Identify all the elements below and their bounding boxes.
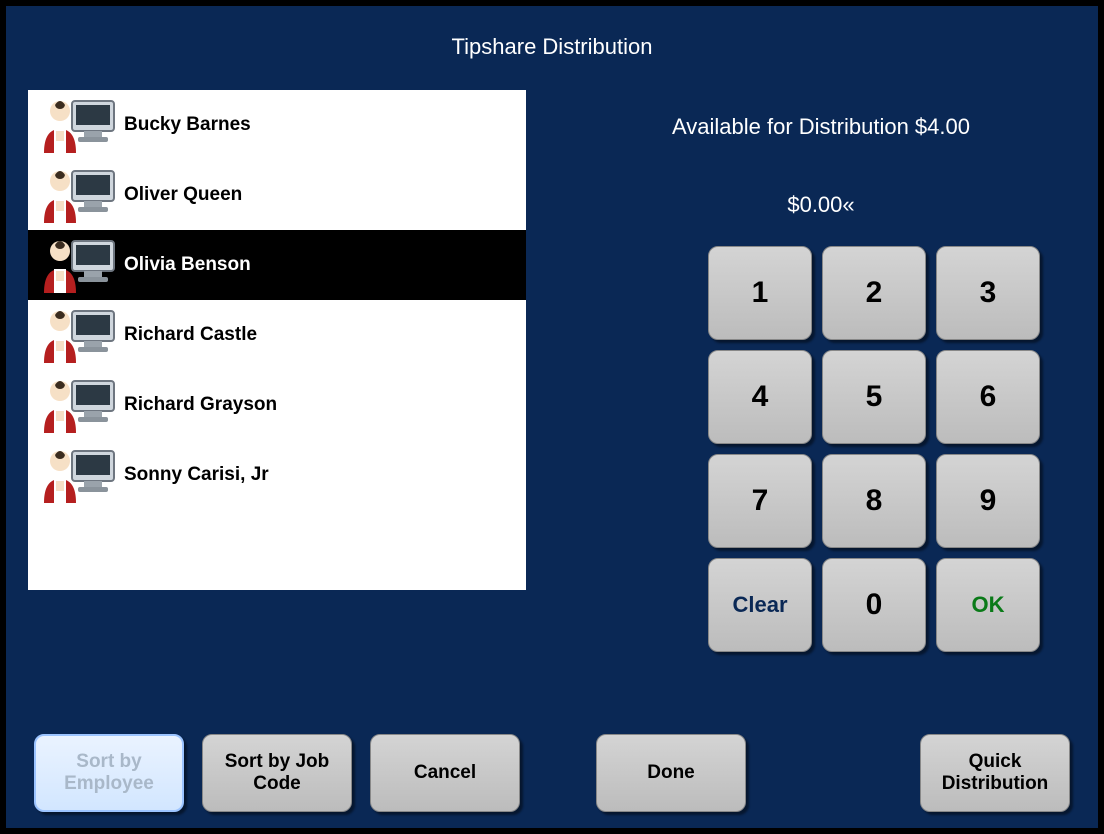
keypad-8[interactable]: 8: [822, 454, 926, 548]
employee-computer-icon: [34, 375, 118, 435]
employee-name: Bucky Barnes: [124, 114, 251, 136]
employee-name: Olivia Benson: [124, 254, 251, 276]
keypad-1[interactable]: 1: [708, 246, 812, 340]
spacer: [764, 734, 902, 812]
keypad-6[interactable]: 6: [936, 350, 1040, 444]
employee-computer-icon: [34, 95, 118, 155]
employee-row[interactable]: Olivia Benson: [28, 230, 526, 300]
quick-distribution-button[interactable]: Quick Distribution: [920, 734, 1070, 812]
keypad-clear[interactable]: Clear: [708, 558, 812, 652]
employee-computer-icon: [34, 235, 118, 295]
employee-computer-icon: [34, 305, 118, 365]
keypad-ok[interactable]: OK: [936, 558, 1040, 652]
employee-row[interactable]: Oliver Queen: [28, 160, 526, 230]
keypad-4[interactable]: 4: [708, 350, 812, 444]
employee-name: Oliver Queen: [124, 184, 242, 206]
spacer: [538, 734, 578, 812]
bottom-toolbar: Sort by Employee Sort by Job Code Cancel…: [34, 734, 1070, 812]
keypad-9[interactable]: 9: [936, 454, 1040, 548]
amount-display: $0.00«: [566, 192, 1076, 218]
numeric-keypad: 1 2 3 4 5 6 7 8 9 Clear 0 OK: [708, 246, 1044, 652]
page-title: Tipshare Distribution: [6, 6, 1098, 60]
sort-by-employee-button[interactable]: Sort by Employee: [34, 734, 184, 812]
employee-name: Richard Grayson: [124, 394, 277, 416]
keypad-0[interactable]: 0: [822, 558, 926, 652]
employee-name: Sonny Carisi, Jr: [124, 464, 269, 486]
employee-list: Bucky Barnes Oliver Queen Olivia Benson: [28, 90, 526, 590]
employee-row[interactable]: Richard Grayson: [28, 370, 526, 440]
keypad-5[interactable]: 5: [822, 350, 926, 444]
done-button[interactable]: Done: [596, 734, 746, 812]
employee-row[interactable]: Bucky Barnes: [28, 90, 526, 160]
keypad-2[interactable]: 2: [822, 246, 926, 340]
employee-row[interactable]: Richard Castle: [28, 300, 526, 370]
screen: Tipshare Distribution Bucky Barnes Olive…: [6, 6, 1098, 828]
sort-by-jobcode-button[interactable]: Sort by Job Code: [202, 734, 352, 812]
available-label: Available for Distribution $4.00: [566, 114, 1076, 140]
employee-row[interactable]: Sonny Carisi, Jr: [28, 440, 526, 510]
employee-name: Richard Castle: [124, 324, 257, 346]
employee-computer-icon: [34, 165, 118, 225]
keypad-7[interactable]: 7: [708, 454, 812, 548]
employee-computer-icon: [34, 445, 118, 505]
cancel-button[interactable]: Cancel: [370, 734, 520, 812]
keypad-3[interactable]: 3: [936, 246, 1040, 340]
